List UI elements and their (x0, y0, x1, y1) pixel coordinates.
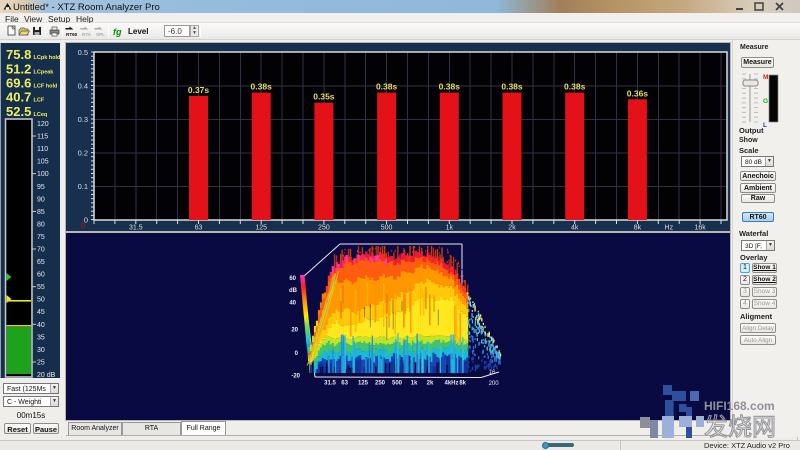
svg-text:4kHz: 4kHz (444, 381, 458, 387)
svg-text:LCpeak: LCpeak (34, 69, 55, 75)
svg-text:HIFI168.com: HIFI168.com (704, 399, 775, 413)
svg-text:25: 25 (37, 360, 45, 367)
svg-text:63: 63 (341, 381, 348, 387)
svg-text:30: 30 (37, 347, 45, 354)
svg-text:120: 120 (37, 121, 49, 128)
svg-text:60: 60 (289, 276, 296, 282)
svg-text:4k: 4k (571, 225, 579, 232)
svg-text:500: 500 (392, 381, 403, 387)
svg-text:-20: -20 (291, 374, 300, 380)
svg-text:G: G (763, 98, 768, 105)
svg-text:LCF: LCF (34, 98, 45, 104)
svg-text:40: 40 (289, 301, 296, 307)
svg-text:0.38s: 0.38s (564, 82, 586, 92)
svg-text:8k: 8k (634, 225, 642, 232)
svg-text:0.37s: 0.37s (188, 85, 210, 95)
svg-text:LCeq: LCeq (34, 112, 48, 118)
svg-text:fg: fg (113, 27, 122, 37)
svg-text:65: 65 (37, 259, 45, 266)
svg-text:0.35s: 0.35s (313, 92, 335, 102)
svg-text:1k: 1k (411, 381, 418, 387)
svg-text:M: M (763, 74, 768, 81)
svg-text:0.36s: 0.36s (627, 88, 649, 98)
svg-text:8k: 8k (459, 381, 466, 387)
svg-text:110: 110 (37, 146, 48, 153)
svg-text:16: 16 (489, 370, 496, 376)
svg-text:1k: 1k (446, 225, 454, 232)
svg-text:31.5: 31.5 (324, 381, 336, 387)
svg-text:0.38s: 0.38s (376, 82, 398, 92)
svg-text:40: 40 (37, 322, 45, 329)
svg-text:51.2: 51.2 (6, 61, 31, 76)
svg-text:Hz: Hz (665, 225, 674, 232)
svg-text:20: 20 (291, 328, 298, 334)
svg-text:35: 35 (37, 334, 45, 341)
svg-text:0: 0 (81, 223, 85, 230)
svg-text:125: 125 (358, 381, 369, 387)
svg-text:63: 63 (195, 225, 203, 232)
svg-text:52.5: 52.5 (6, 104, 31, 119)
svg-text:40.7: 40.7 (6, 90, 31, 105)
svg-text:LCpk hold: LCpk hold (34, 55, 61, 61)
svg-text:发烧网: 发烧网 (704, 414, 776, 441)
svg-text:70: 70 (37, 247, 45, 254)
svg-text:0.3: 0.3 (78, 115, 88, 124)
svg-text:LCF hold: LCF hold (34, 84, 58, 90)
svg-text:55: 55 (37, 284, 45, 291)
svg-text:85: 85 (37, 209, 45, 216)
svg-text:100: 100 (37, 171, 49, 178)
svg-text:0.1: 0.1 (78, 182, 88, 191)
svg-text:75.8: 75.8 (6, 47, 31, 62)
svg-text:20 dB: 20 dB (37, 372, 56, 378)
svg-text:0.4: 0.4 (78, 81, 88, 90)
svg-text:16k: 16k (694, 225, 706, 232)
svg-text:50: 50 (37, 297, 45, 304)
svg-text:0.38s: 0.38s (439, 82, 461, 92)
svg-text:RT60: RT60 (66, 32, 78, 37)
svg-text:125: 125 (255, 225, 267, 232)
svg-text:dB: dB (289, 288, 298, 294)
svg-text:45: 45 (37, 309, 45, 316)
svg-text:90: 90 (37, 196, 45, 203)
svg-text:2k: 2k (427, 381, 434, 387)
svg-text:250: 250 (318, 225, 330, 232)
svg-text:75: 75 (37, 234, 45, 241)
svg-text:105: 105 (37, 159, 49, 166)
svg-text:250: 250 (375, 381, 386, 387)
svg-text:115: 115 (37, 134, 48, 141)
svg-text:0.2: 0.2 (78, 149, 88, 158)
svg-text:69.6: 69.6 (6, 76, 31, 91)
svg-text:500: 500 (381, 225, 393, 232)
svg-text:0.38s: 0.38s (251, 82, 273, 92)
svg-text:200: 200 (489, 381, 500, 387)
svg-text:RTA: RTA (82, 32, 92, 37)
svg-text:2k: 2k (508, 225, 516, 232)
svg-text:95: 95 (37, 184, 45, 191)
svg-text:60: 60 (37, 272, 45, 279)
svg-text:0.38s: 0.38s (501, 82, 523, 92)
svg-text:31.5: 31.5 (129, 225, 143, 232)
svg-text:80: 80 (37, 221, 45, 228)
svg-text:SPL: SPL (96, 32, 105, 37)
svg-text:0.5: 0.5 (78, 48, 88, 57)
